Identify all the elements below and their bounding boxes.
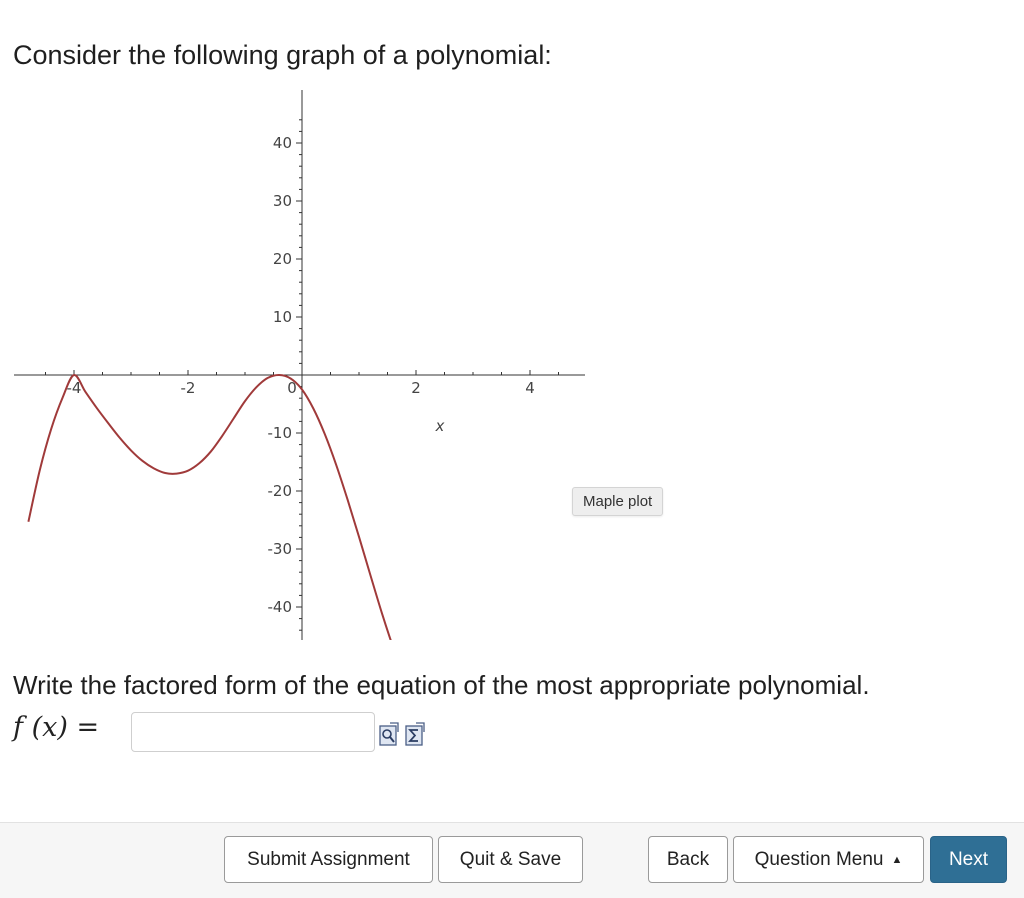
y-tick-label: 40 xyxy=(273,134,292,152)
back-label: Back xyxy=(666,848,710,870)
question-menu-button[interactable]: Question Menu ▲ xyxy=(733,836,924,883)
x-axis-label: x xyxy=(435,417,445,435)
y-tick-label: -40 xyxy=(268,598,293,616)
x-tick-label: 2 xyxy=(411,379,421,397)
submit-assignment-label: Submit Assignment xyxy=(247,848,410,870)
submit-assignment-button[interactable]: Submit Assignment xyxy=(224,836,433,883)
y-tick-label: 30 xyxy=(273,192,292,210)
x-tick-label: -2 xyxy=(181,379,196,397)
question-menu-label: Question Menu xyxy=(754,848,884,870)
equation-editor-icon[interactable] xyxy=(405,722,425,746)
y-tick-label: -30 xyxy=(268,540,293,558)
y-tick-label: 20 xyxy=(273,250,292,268)
x-tick-label: 4 xyxy=(525,379,535,397)
y-tick-label: 10 xyxy=(273,308,292,326)
maple-plot-badge[interactable]: Maple plot xyxy=(572,487,664,516)
quit-save-label: Quit & Save xyxy=(459,848,562,870)
caret-up-icon: ▲ xyxy=(891,853,903,866)
footer-toolbar: Submit Assignment Quit & Save Back Quest… xyxy=(0,822,1024,898)
back-button[interactable]: Back xyxy=(648,836,728,883)
y-tick-label: -10 xyxy=(268,424,293,442)
y-tick-label: -20 xyxy=(268,482,293,500)
next-button[interactable]: Next xyxy=(930,836,1007,883)
next-label: Next xyxy=(948,848,989,870)
preview-icon[interactable] xyxy=(379,722,399,746)
question-prompt: Consider the following graph of a polyno… xyxy=(13,40,552,70)
quit-save-button[interactable]: Quit & Save xyxy=(438,836,583,883)
function-label: f (x) = xyxy=(13,712,100,743)
answer-input[interactable] xyxy=(131,712,375,752)
question-instruction: Write the factored form of the equation … xyxy=(13,670,870,700)
polynomial-plot: -4 -2 0 2 4-40-30-20-1010203040x xyxy=(14,90,585,640)
polynomial-curve xyxy=(27,373,392,640)
